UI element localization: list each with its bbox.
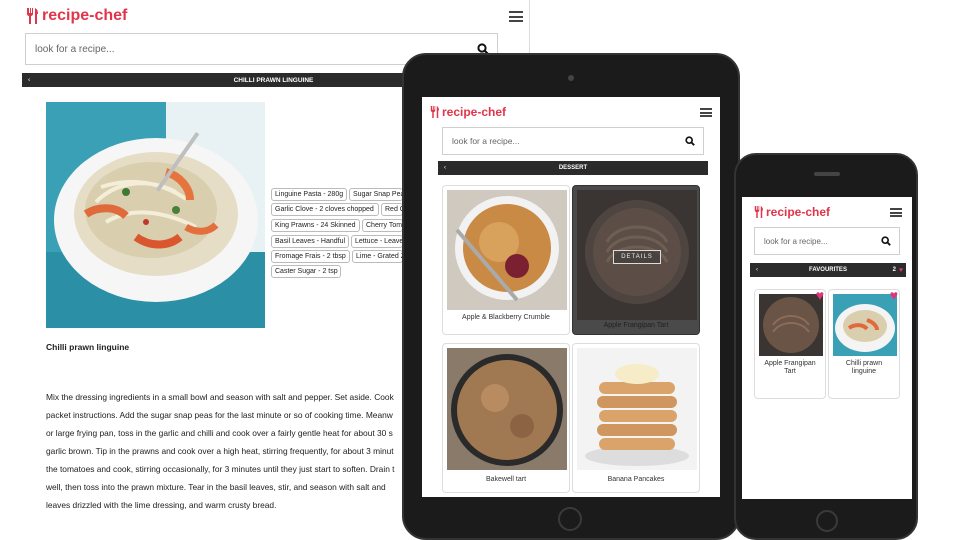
- brand-name: recipe-chef: [42, 7, 128, 24]
- brand-logo[interactable]: recipe-chef: [430, 105, 506, 119]
- ingredient-tag: Basil Leaves - Handful: [271, 235, 349, 248]
- recipe-title: Apple & Blackberry Crumble: [462, 314, 550, 321]
- recipe-photo: [759, 294, 823, 356]
- recipe-title: Chilli prawn linguine: [46, 342, 130, 352]
- search-placeholder: look for a recipe...: [35, 43, 115, 55]
- category-bar: ‹ DESSERT: [438, 161, 708, 175]
- home-button[interactable]: [816, 510, 838, 532]
- bar-title: FAVOURITES: [809, 267, 847, 273]
- brand-name: recipe-chef: [766, 205, 831, 219]
- fork-knife-icon: [754, 206, 763, 218]
- recipe-photo: [577, 348, 697, 470]
- method-line: packet instructions. Add the sugar snap …: [46, 410, 393, 420]
- recipe-title: Banana Pancakes: [607, 476, 665, 483]
- home-button[interactable]: [558, 507, 582, 531]
- recipe-card[interactable]: Bakewell tart: [442, 343, 570, 493]
- method-line: Mix the dressing ingredients in a small …: [46, 392, 394, 402]
- ingredient-tag: Fromage Frais - 2 tbsp: [271, 250, 350, 263]
- phone-screen: recipe-chef look for a recipe... ‹ FAVOU…: [742, 197, 912, 499]
- search-icon[interactable]: [881, 236, 891, 246]
- recipe-method: Mix the dressing ingredients in a small …: [46, 388, 406, 514]
- recipe-title: Apple Frangipan Tart: [603, 322, 669, 329]
- phone-device: recipe-chef look for a recipe... ‹ FAVOU…: [734, 153, 918, 540]
- method-line: or large frying pan, toss in the garlic …: [46, 428, 393, 438]
- recipe-photo: [833, 294, 897, 356]
- back-chevron-icon[interactable]: ‹: [756, 267, 758, 273]
- ingredient-tag: Sugar Snap Peas: [349, 188, 403, 201]
- speaker: [814, 172, 840, 176]
- ingredient-tag: Caster Sugar - 2 tsp: [271, 265, 341, 278]
- menu-icon[interactable]: [509, 11, 523, 22]
- ingredient-tag: King Prawns - 24 Skinned: [271, 219, 360, 232]
- heart-icon: ♥: [898, 266, 903, 274]
- bar-title: CHILLI PRAWN LINGUINE: [233, 76, 314, 84]
- fork-knife-icon: [27, 8, 38, 24]
- method-line: leaves drizzled with the lime dressing, …: [46, 500, 277, 510]
- favourite-heart-icon[interactable]: ♥: [816, 290, 824, 303]
- recipe-card[interactable]: Banana Pancakes: [572, 343, 700, 493]
- brand-name: recipe-chef: [442, 105, 507, 119]
- search-placeholder: look for a recipe...: [764, 236, 828, 246]
- ingredient-tag: Garlic Clove - 2 cloves chopped: [271, 203, 379, 216]
- method-line: the tomatoes and cook, stirring occasion…: [46, 464, 395, 474]
- ingredient-tag: Cherry Tom: [362, 219, 403, 232]
- recipe-title: Bakewell tart: [485, 476, 527, 483]
- favourites-bar: ‹ FAVOURITES 2 ♥: [750, 263, 906, 277]
- recipe-title: Chilli prawn linguine: [845, 360, 883, 375]
- method-line: well, then toss into the prawn mixture. …: [46, 482, 386, 492]
- recipe-title: Apple Frangipan Tart: [764, 360, 816, 375]
- ingredient-tag: Lime - Grated Z: [352, 250, 403, 263]
- favourites-count: 2: [892, 267, 896, 273]
- recipe-photo: [447, 190, 567, 310]
- ingredient-tag: Red C: [381, 203, 403, 216]
- search-icon[interactable]: [685, 136, 695, 146]
- showcase: recipe-chef look for a recipe... ‹ CHILL…: [0, 0, 960, 540]
- tablet-device: recipe-chef look for a recipe... ‹ DESSE…: [402, 53, 740, 540]
- details-button[interactable]: DETAILS: [613, 250, 661, 264]
- menu-icon[interactable]: [890, 208, 902, 217]
- back-chevron-icon[interactable]: ‹: [28, 77, 30, 84]
- menu-icon[interactable]: [700, 108, 712, 117]
- bar-title: DESSERT: [558, 165, 588, 171]
- ingredient-tag: Linguine Pasta - 280g: [271, 188, 347, 201]
- back-chevron-icon[interactable]: ‹: [444, 165, 446, 171]
- fork-knife-icon: [430, 106, 439, 118]
- camera: [568, 75, 574, 81]
- brand-logo[interactable]: recipe-chef: [26, 7, 127, 25]
- method-line: garlic brown. Tip in the prawns and cook…: [46, 446, 394, 456]
- favourite-heart-icon[interactable]: ♥: [890, 290, 898, 303]
- brand-logo[interactable]: recipe-chef: [754, 205, 830, 219]
- favourite-card[interactable]: ♥ Chilli prawn linguine: [828, 289, 900, 399]
- search-input[interactable]: look for a recipe...: [442, 127, 704, 155]
- recipe-photo: [447, 348, 567, 470]
- recipe-photo: [46, 102, 265, 328]
- recipe-card[interactable]: DETAILS Apple Frangipan Tart: [572, 185, 700, 335]
- search-input[interactable]: look for a recipe...: [754, 227, 900, 255]
- search-placeholder: look for a recipe...: [452, 136, 520, 146]
- ingredient-tag: Lettuce - Leave: [351, 235, 403, 248]
- favourite-card[interactable]: ♥ Apple Frangipan Tart: [754, 289, 826, 399]
- recipe-card[interactable]: Apple & Blackberry Crumble: [442, 185, 570, 335]
- tablet-screen: recipe-chef look for a recipe... ‹ DESSE…: [422, 97, 720, 497]
